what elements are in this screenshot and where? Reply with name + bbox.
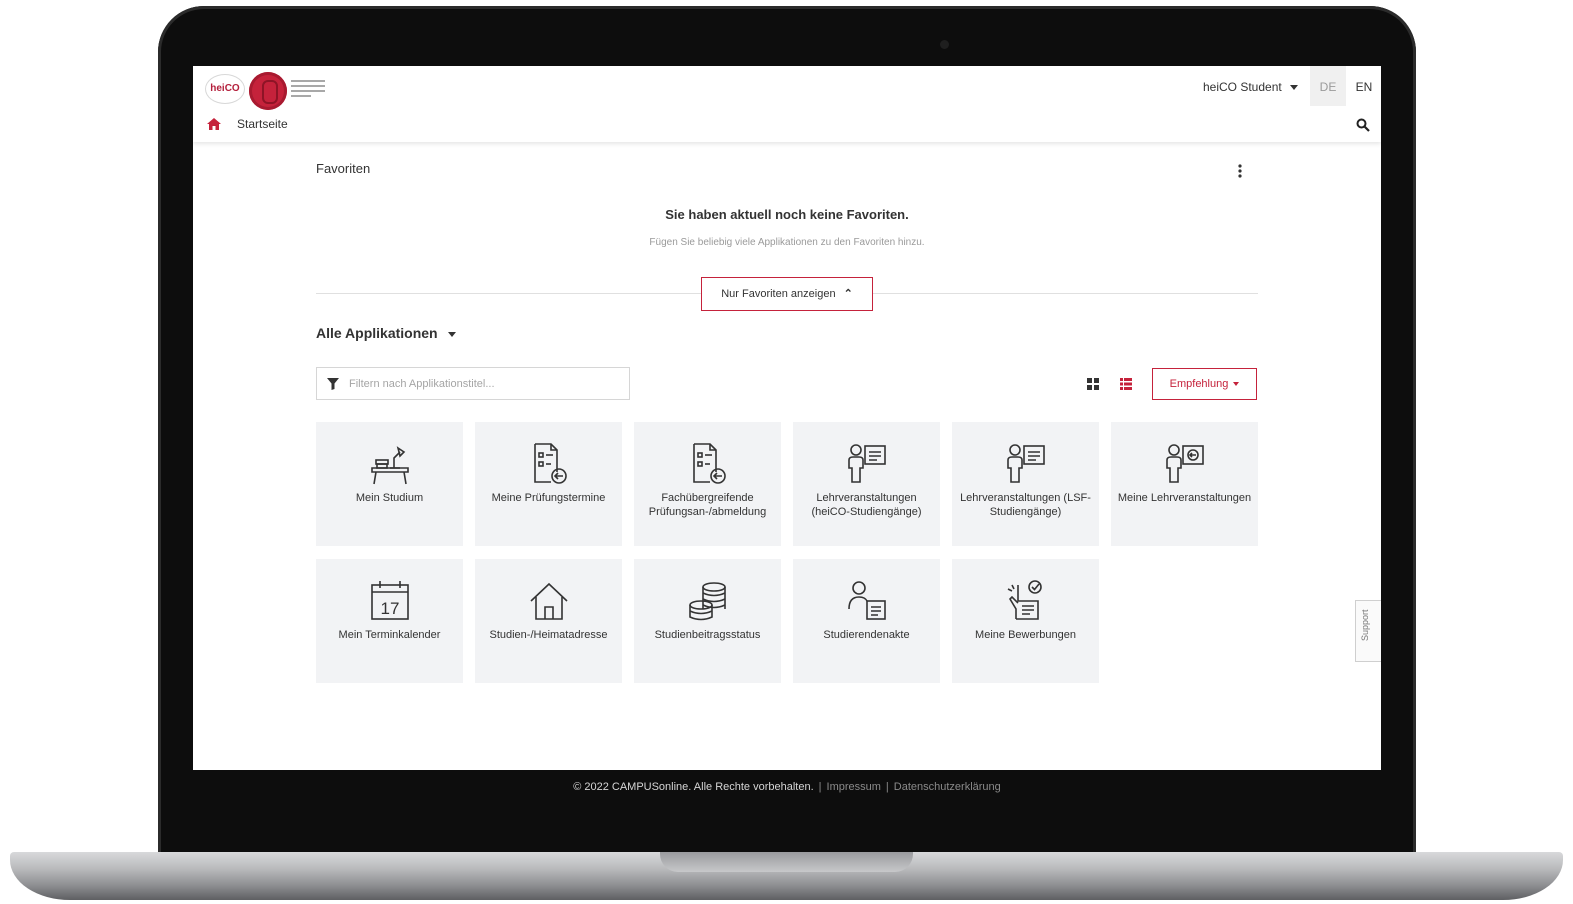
filter-field[interactable] bbox=[316, 367, 630, 400]
all-applications-dropdown[interactable]: Alle Applikationen bbox=[316, 325, 456, 341]
filter-input[interactable] bbox=[349, 368, 625, 399]
privacy-link[interactable]: Datenschutzerklärung bbox=[894, 781, 1001, 793]
favorites-empty-hint: Fügen Sie beliebig viele Applikationen z… bbox=[649, 237, 925, 248]
impressum-link[interactable]: Impressum bbox=[827, 781, 881, 793]
language-de-button[interactable]: DE bbox=[1310, 66, 1346, 106]
support-tab[interactable]: Support bbox=[1355, 600, 1381, 662]
svg-text:17: 17 bbox=[380, 599, 399, 618]
app-tile-studienbeitragsstatus[interactable]: Studienbeitragsstatus bbox=[634, 559, 781, 683]
filter-icon bbox=[327, 378, 339, 390]
copyright-text: © 2022 CAMPUSonline. Alle Rechte vorbeha… bbox=[573, 781, 814, 793]
app-tile-lv-lsf[interactable]: Lehrveranstaltungen (LSF-Studiengänge) bbox=[952, 422, 1099, 546]
app-tile-meine-lv[interactable]: Meine Lehrveranstaltungen bbox=[1111, 422, 1258, 546]
tile-label: Mein Studium bbox=[355, 492, 424, 504]
app-tile-bewerbungen[interactable]: Meine Bewerbungen bbox=[952, 559, 1099, 683]
exam-dates-icon bbox=[533, 443, 567, 484]
calendar-icon: 17 bbox=[370, 581, 409, 620]
chevron-up-icon: ⌃ bbox=[843, 288, 853, 300]
desk-icon bbox=[370, 446, 409, 485]
app-tile-pruefungsanmeldung[interactable]: Fachübergreifende Prüfungsan-/abmeldung bbox=[634, 422, 781, 546]
tile-label: Studierendenakte bbox=[823, 629, 910, 641]
tile-label: Meine Prüfungstermine bbox=[491, 492, 606, 504]
user-menu-label: heiCO Student bbox=[1203, 80, 1282, 94]
exam-registration-icon bbox=[692, 443, 726, 484]
support-label: Support bbox=[1360, 609, 1370, 641]
tile-label: Meine Bewerbungen bbox=[975, 629, 1076, 641]
tile-label: Fachübergreifende Prüfungsan-/abmeldung bbox=[648, 492, 767, 518]
app-tile-meine-pruefungstermine[interactable]: Meine Prüfungstermine bbox=[475, 422, 622, 546]
lecturer-board-icon bbox=[847, 444, 886, 483]
laptop-notch bbox=[660, 852, 913, 872]
my-courses-icon bbox=[1165, 444, 1204, 483]
app-tile-studierendenakte[interactable]: Studierendenakte bbox=[793, 559, 940, 683]
tile-label: Lehrveranstaltungen (heiCO-Studiengänge) bbox=[811, 492, 922, 518]
show-only-favorites-button[interactable]: Nur Favoriten anzeigen ⌃ bbox=[701, 277, 873, 311]
student-file-icon bbox=[847, 581, 886, 620]
app-screen: heiCO heiCO Student DE EN Startseite Fav… bbox=[193, 66, 1381, 770]
camera-dot bbox=[940, 40, 949, 49]
heico-logo: heiCO bbox=[205, 74, 245, 104]
sort-dropdown-button[interactable]: Empfehlung bbox=[1152, 368, 1257, 400]
tile-label: Meine Lehrveranstaltungen bbox=[1117, 492, 1252, 504]
home-icon[interactable] bbox=[207, 118, 221, 130]
caret-down-icon bbox=[1233, 382, 1240, 387]
university-seal bbox=[249, 72, 287, 110]
footer: © 2022 CAMPUSonline. Alle Rechte vorbeha… bbox=[193, 781, 1381, 793]
tile-label: Studien-/Heimatadresse bbox=[489, 629, 608, 641]
sort-label: Empfehlung bbox=[1169, 378, 1229, 390]
language-en-button[interactable]: EN bbox=[1346, 66, 1381, 106]
show-only-favorites-label: Nur Favoriten anzeigen bbox=[721, 288, 836, 300]
grid-view-icon[interactable] bbox=[1087, 378, 1099, 390]
user-menu[interactable]: heiCO Student bbox=[1203, 80, 1299, 94]
footer-separator: | bbox=[818, 781, 822, 793]
app-tile-lv-heico[interactable]: Lehrveranstaltungen (heiCO-Studiengänge) bbox=[793, 422, 940, 546]
university-logo[interactable]: heiCO bbox=[205, 72, 325, 110]
lecturer-board-icon bbox=[1006, 444, 1045, 483]
caret-down-icon bbox=[447, 331, 456, 337]
app-tile-heimatadresse[interactable]: Studien-/Heimatadresse bbox=[475, 559, 622, 683]
university-wordmark bbox=[291, 80, 325, 102]
app-tile-terminkalender[interactable]: 17 Mein Terminkalender bbox=[316, 559, 463, 683]
tile-label: Lehrveranstaltungen (LSF-Studiengänge) bbox=[960, 492, 1091, 518]
list-view-icon[interactable] bbox=[1120, 378, 1132, 390]
applications-icon bbox=[1007, 580, 1042, 620]
favorites-heading: Favoriten bbox=[316, 161, 371, 176]
caret-down-icon bbox=[1290, 85, 1299, 91]
favorites-empty-title: Sie haben aktuell noch keine Favoriten. bbox=[665, 207, 909, 222]
footer-separator: | bbox=[885, 781, 889, 793]
tile-label: Mein Terminkalender bbox=[338, 629, 441, 641]
search-icon[interactable] bbox=[1356, 118, 1370, 132]
coins-icon bbox=[688, 582, 726, 621]
house-icon bbox=[529, 582, 568, 620]
tile-label: Studienbeitragsstatus bbox=[654, 629, 761, 641]
top-navbar: heiCO heiCO Student DE EN Startseite bbox=[193, 66, 1381, 142]
all-applications-label: Alle Applikationen bbox=[316, 325, 438, 341]
more-options-icon[interactable] bbox=[1237, 164, 1243, 178]
app-tile-mein-studium[interactable]: Mein Studium bbox=[316, 422, 463, 546]
breadcrumb-home[interactable]: Startseite bbox=[237, 117, 288, 131]
